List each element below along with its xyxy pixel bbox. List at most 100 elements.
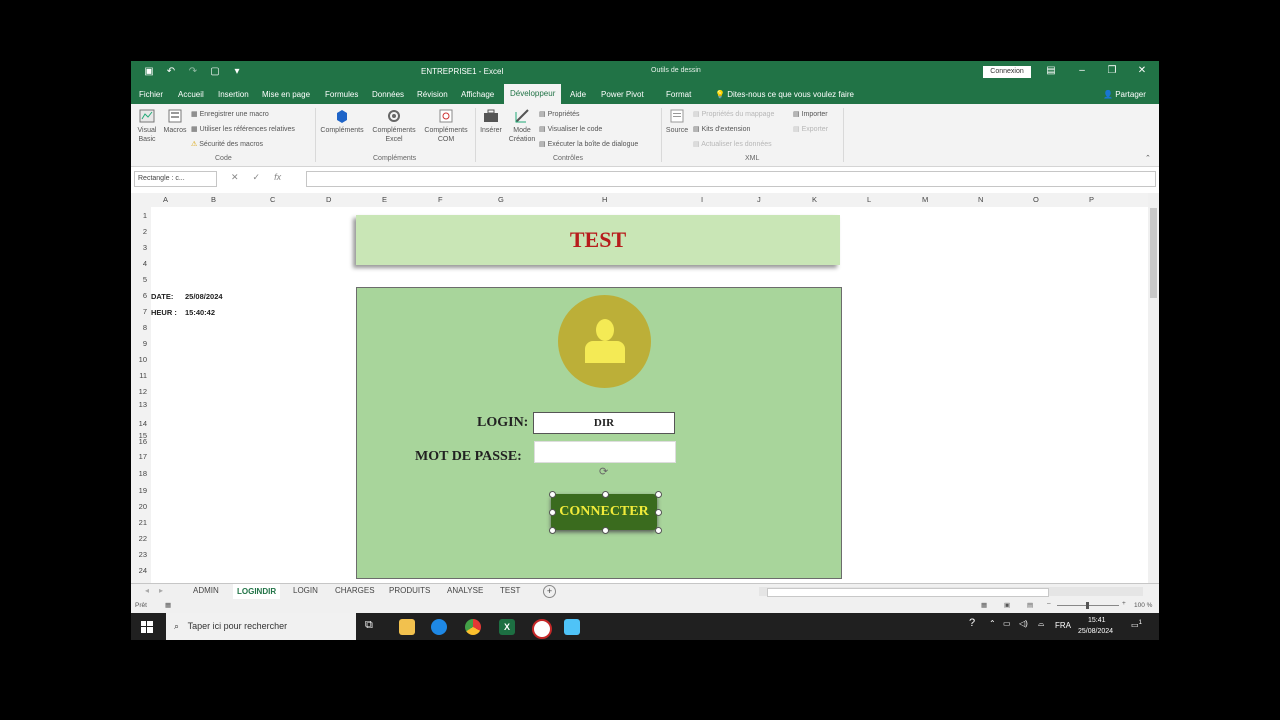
column-header[interactable]: M (922, 195, 928, 204)
column-header[interactable]: P (1089, 195, 1094, 204)
run-dialog-button[interactable]: ▤ Exécuter la boîte de dialogue (539, 140, 638, 149)
resize-handle[interactable] (602, 527, 609, 534)
excel-complements-button[interactable]: Compléments Excel (369, 108, 419, 144)
record-macro-button[interactable]: ▦ Enregistrer une macro (191, 110, 269, 119)
taskbar-search[interactable]: ⌕ Taper ici pour rechercher (166, 613, 356, 640)
date-value-cell[interactable]: 25/08/2024 (185, 292, 223, 301)
tab-power-pivot[interactable]: Power Pivot (601, 90, 644, 99)
connect-button[interactable]: CONNECTER (551, 494, 657, 530)
row-header[interactable]: 1 (143, 211, 147, 220)
prev-sheet-icon[interactable]: ◂ (145, 586, 149, 595)
tab-insertion[interactable]: Insertion (218, 90, 249, 99)
file-explorer-icon[interactable] (399, 619, 415, 635)
row-header[interactable]: 19 (139, 486, 147, 495)
sheet-tab-test[interactable]: TEST (500, 586, 520, 595)
task-view-icon[interactable]: ⧉ (365, 619, 373, 632)
tab-revision[interactable]: Révision (417, 90, 448, 99)
row-header[interactable]: 12 (139, 387, 147, 396)
column-header[interactable]: C (270, 195, 275, 204)
next-sheet-icon[interactable]: ▸ (159, 586, 163, 595)
enter-icon[interactable]: ✓ (253, 172, 261, 183)
column-header[interactable]: N (978, 195, 983, 204)
page-break-icon[interactable]: ▤ (1027, 601, 1033, 609)
language-indicator[interactable]: FRA (1055, 621, 1071, 630)
column-header[interactable]: A (163, 195, 168, 204)
row-header[interactable]: 22 (139, 534, 147, 543)
column-header[interactable]: K (812, 195, 817, 204)
zoom-out-icon[interactable]: – (1047, 600, 1051, 607)
add-sheet-icon[interactable]: + (543, 585, 556, 598)
column-header[interactable]: L (867, 195, 871, 204)
tell-me-search[interactable]: 💡 Dites-nous ce que vous voulez faire (715, 90, 854, 99)
collapse-ribbon-icon[interactable]: ⌃ (1145, 154, 1151, 163)
row-header[interactable]: 20 (139, 502, 147, 511)
battery-icon[interactable]: ▭ (1003, 619, 1011, 628)
chrome-icon[interactable] (465, 619, 481, 635)
save-icon[interactable]: ▣ (143, 66, 155, 78)
formula-input[interactable] (306, 171, 1156, 187)
row-header[interactable]: 4 (143, 259, 147, 268)
refresh-data-button[interactable]: ▤ Actualiser les données (693, 140, 772, 149)
normal-view-icon[interactable]: ▦ (981, 601, 987, 609)
restore-icon[interactable]: ❐ (1104, 65, 1120, 76)
tab-accueil[interactable]: Accueil (178, 90, 204, 99)
sheet-tab-charges[interactable]: CHARGES (335, 586, 375, 595)
row-header[interactable]: 17 (139, 452, 147, 461)
row-header[interactable]: 13 (139, 400, 147, 409)
map-properties-button[interactable]: ▤ Propriétés du mappage (693, 110, 774, 119)
view-code-button[interactable]: ▤ Visualiser le code (539, 125, 602, 134)
insert-control-button[interactable]: Insérer (477, 108, 505, 135)
notification-icon[interactable]: ▭1 (1131, 620, 1142, 630)
xml-source-button[interactable]: Source (663, 108, 691, 135)
chevron-up-icon[interactable]: ⌃ (989, 619, 996, 628)
row-header[interactable]: 11 (139, 371, 147, 380)
row-header[interactable]: 9 (143, 339, 147, 348)
visual-basic-button[interactable]: Visual Basic (135, 108, 159, 144)
sheet-tab-analyse[interactable]: ANALYSE (447, 586, 483, 595)
column-header[interactable]: J (757, 195, 761, 204)
sheet-tab-produits[interactable]: PRODUITS (389, 586, 430, 595)
tab-mise-en-page[interactable]: Mise en page (262, 90, 310, 99)
tab-formules[interactable]: Formules (325, 90, 358, 99)
tab-fichier[interactable]: Fichier (139, 90, 163, 99)
design-mode-button[interactable]: Mode Création (507, 108, 537, 144)
horizontal-scrollbar[interactable] (759, 587, 1143, 597)
com-complements-button[interactable]: Compléments COM (421, 108, 471, 144)
zoom-slider-thumb[interactable] (1086, 602, 1089, 609)
row-header[interactable]: 10 (139, 355, 147, 364)
help-icon[interactable]: ? (969, 617, 975, 629)
import-button[interactable]: ▤ Importer (793, 110, 828, 119)
tab-developpeur[interactable]: Développeur (504, 84, 562, 104)
sheet-tab-admin[interactable]: ADMIN (193, 586, 219, 595)
name-box[interactable]: Rectangle : c... (134, 171, 217, 187)
complements-button[interactable]: Compléments (317, 108, 367, 135)
tab-aide[interactable]: Aide (570, 90, 586, 99)
resize-handle[interactable] (655, 527, 662, 534)
zoom-in-icon[interactable]: + (1122, 600, 1126, 607)
cancel-icon[interactable]: ✕ (231, 172, 239, 183)
tab-format[interactable]: Format (666, 90, 691, 99)
edge-icon[interactable] (431, 619, 447, 635)
sheet-tab-login[interactable]: LOGIN (293, 586, 318, 595)
rotate-handle-icon[interactable]: ⟳ (599, 465, 608, 478)
close-icon[interactable]: ✕ (1134, 65, 1150, 76)
signin-button[interactable]: Connexion (983, 66, 1031, 78)
column-header[interactable]: F (438, 195, 443, 204)
tab-affichage[interactable]: Affichage (461, 90, 494, 99)
password-field[interactable] (534, 441, 676, 463)
horizontal-scroll-thumb[interactable] (767, 588, 1049, 597)
customize-icon[interactable]: ▾ (231, 66, 243, 78)
zoom-level[interactable]: 100 % (1134, 602, 1152, 609)
share-button[interactable]: 👤 Partager (1103, 90, 1146, 99)
relative-refs-button[interactable]: ▦ Utiliser les références relatives (191, 125, 295, 134)
time-label-cell[interactable]: HEUR : (151, 308, 177, 317)
macro-record-icon[interactable]: ▦ (165, 601, 171, 609)
row-header[interactable]: 24 (139, 566, 147, 575)
row-header[interactable]: 18 (139, 469, 147, 478)
volume-icon[interactable]: ◁) (1019, 619, 1028, 628)
tab-donnees[interactable]: Données (372, 90, 404, 99)
export-button[interactable]: ▤ Exporter (793, 125, 828, 134)
resize-handle[interactable] (549, 509, 556, 516)
redo-icon[interactable]: ↷ (187, 66, 199, 78)
clock-time[interactable]: 15:41 (1088, 617, 1106, 624)
